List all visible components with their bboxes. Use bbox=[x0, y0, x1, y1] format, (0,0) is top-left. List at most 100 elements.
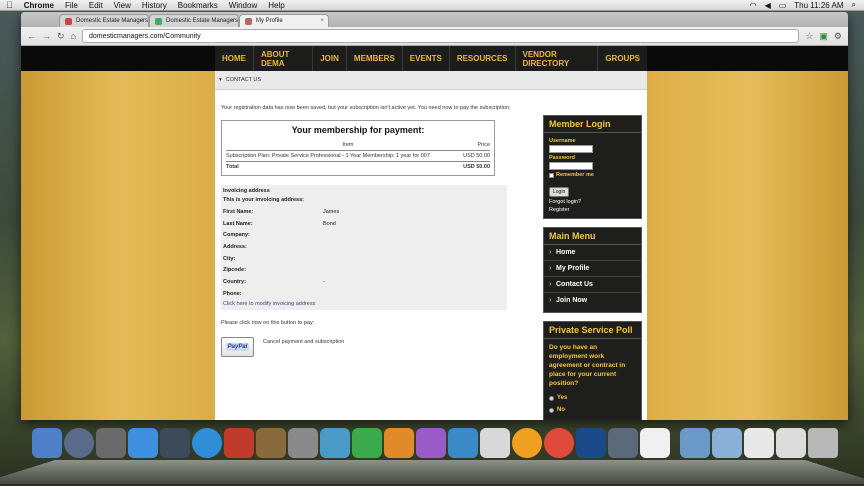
nav-home[interactable]: HOME bbox=[215, 46, 254, 71]
field-label: Phone: bbox=[223, 290, 242, 297]
radio-no[interactable] bbox=[549, 407, 554, 413]
menu-window[interactable]: Window bbox=[229, 1, 257, 10]
launchpad-icon[interactable] bbox=[64, 428, 94, 458]
nav-about-dema[interactable]: ABOUT DEMA bbox=[254, 46, 314, 71]
onenote-icon[interactable] bbox=[416, 428, 446, 458]
reload-icon[interactable]: ↻ bbox=[57, 31, 65, 42]
total-label: Total bbox=[226, 164, 239, 170]
tab-domestic-estate-2[interactable]: Domestic Estate Managers × bbox=[149, 14, 239, 27]
field-zipcode: Zipcode: bbox=[223, 264, 505, 276]
apple-icon[interactable]:  bbox=[6, 0, 13, 10]
forward-icon[interactable]: → bbox=[42, 31, 51, 41]
remember-checkbox[interactable] bbox=[549, 172, 554, 178]
total-price: USD 50.00 bbox=[463, 164, 490, 170]
menu-bookmarks[interactable]: Bookmarks bbox=[178, 1, 218, 10]
nav-members[interactable]: MEMBERS bbox=[347, 46, 403, 71]
close-icon[interactable]: × bbox=[230, 18, 234, 24]
extension-icon[interactable]: ▣ bbox=[819, 31, 828, 42]
nav-groups[interactable]: GROUPS bbox=[598, 46, 647, 71]
close-icon[interactable]: × bbox=[320, 18, 324, 24]
tab-my-profile[interactable]: My Profile × bbox=[239, 14, 329, 27]
finder-icon[interactable] bbox=[32, 428, 62, 458]
wrench-icon[interactable]: ⚙ bbox=[834, 31, 842, 42]
pay-prompt: Please click now on this button to pay: bbox=[221, 319, 315, 326]
cancel-payment-link[interactable]: Cancel payment and subscription bbox=[263, 339, 344, 357]
poll-option-no[interactable]: No bbox=[544, 404, 641, 416]
home-icon[interactable]: ⌂ bbox=[71, 31, 76, 41]
battery-icon[interactable]: ▭ bbox=[779, 1, 787, 10]
word-icon[interactable] bbox=[320, 428, 350, 458]
nav-resources[interactable]: RESOURCES bbox=[450, 46, 516, 71]
powerpoint-icon[interactable] bbox=[384, 428, 414, 458]
field-label: Country: bbox=[223, 278, 246, 285]
chrome-icon[interactable] bbox=[544, 428, 574, 458]
modify-address-link[interactable]: Click here to modify invoicing address bbox=[223, 301, 505, 307]
acrobat-icon[interactable] bbox=[640, 428, 670, 458]
close-icon[interactable]: × bbox=[140, 18, 144, 24]
wifi-icon[interactable]: ◠ bbox=[750, 1, 757, 10]
itunes-icon[interactable] bbox=[192, 428, 222, 458]
password-input[interactable] bbox=[549, 162, 593, 170]
photobooth-icon[interactable] bbox=[224, 428, 254, 458]
login-button[interactable]: Login bbox=[549, 187, 570, 197]
registration-notice: Your registration data has now been save… bbox=[221, 105, 511, 111]
gmail-icon bbox=[65, 18, 72, 25]
contacts-icon[interactable] bbox=[448, 428, 478, 458]
forgot-login-link[interactable]: Forgot login? bbox=[544, 198, 641, 206]
poll-title: Private Service Poll bbox=[544, 322, 641, 339]
radio-yes[interactable] bbox=[549, 395, 554, 401]
photoshop-icon[interactable] bbox=[576, 428, 606, 458]
payment-total-row: Total USD 50.00 bbox=[226, 162, 490, 172]
trash-icon[interactable] bbox=[808, 428, 838, 458]
excel-icon[interactable] bbox=[352, 428, 382, 458]
system-preferences-icon[interactable] bbox=[288, 428, 318, 458]
field-country: Country: - bbox=[223, 276, 505, 288]
screenshot-stack-icon[interactable] bbox=[776, 428, 806, 458]
paypal-logo: PayPal bbox=[225, 342, 250, 351]
folder-icon[interactable] bbox=[712, 428, 742, 458]
menubar-clock[interactable]: Thu 11:26 AM bbox=[794, 1, 843, 10]
address-bar[interactable]: domesticmanagers.com/Community bbox=[81, 29, 800, 43]
menu-item-contact-us[interactable]: Contact Us bbox=[544, 277, 641, 293]
payment-item-row: Subscription Plan: Private Service Profe… bbox=[226, 150, 490, 162]
register-link[interactable]: Register bbox=[544, 206, 641, 214]
nav-events[interactable]: EVENTS bbox=[403, 46, 450, 71]
star-icon[interactable]: ☆ bbox=[805, 31, 813, 42]
poll-question: Do you have an employment work agreement… bbox=[549, 344, 626, 387]
field-label: Zipcode: bbox=[223, 267, 246, 274]
menu-edit[interactable]: Edit bbox=[89, 1, 103, 10]
menu-help[interactable]: Help bbox=[268, 1, 284, 10]
tab-label: Domestic Estate Managers bbox=[166, 18, 239, 24]
volume-icon[interactable]: ◀ bbox=[765, 1, 771, 10]
menu-view[interactable]: View bbox=[114, 1, 131, 10]
menu-item-join-now[interactable]: Join Now bbox=[544, 293, 641, 308]
remember-me[interactable]: Remember me bbox=[544, 170, 641, 180]
app-store-icon[interactable] bbox=[128, 428, 158, 458]
downloads-stack-icon[interactable] bbox=[680, 428, 710, 458]
flower-app-icon[interactable] bbox=[512, 428, 542, 458]
menu-file[interactable]: File bbox=[65, 1, 78, 10]
nav-vendor-directory[interactable]: VENDOR DIRECTORY bbox=[516, 46, 599, 71]
spotlight-icon[interactable]: ⌕ bbox=[852, 0, 856, 10]
main-column: Your registration data has now been save… bbox=[221, 105, 533, 357]
documents-stack-icon[interactable] bbox=[744, 428, 774, 458]
menubar-app-name[interactable]: Chrome bbox=[24, 1, 54, 10]
invoice-title: Invoicing address bbox=[223, 188, 270, 194]
invoicing-address: Invoicing address This is your invoicing… bbox=[221, 185, 507, 310]
payment-table: Your membership for payment: Item Price … bbox=[221, 120, 495, 176]
menu-item-my-profile[interactable]: My Profile bbox=[544, 261, 641, 277]
facetime-icon[interactable] bbox=[160, 428, 190, 458]
monitor-icon[interactable] bbox=[608, 428, 638, 458]
poll-option-yes[interactable]: Yes bbox=[544, 392, 641, 404]
breadcrumb-contact-us[interactable]: CONTACT US bbox=[226, 77, 261, 83]
tab-domestic-estate-1[interactable]: Domestic Estate Managers × bbox=[59, 14, 149, 27]
nav-join[interactable]: JOIN bbox=[313, 46, 347, 71]
iphoto-icon[interactable] bbox=[256, 428, 286, 458]
paypal-button[interactable]: PayPal bbox=[221, 336, 254, 357]
menu-history[interactable]: History bbox=[142, 1, 167, 10]
menu-item-home[interactable]: Home bbox=[544, 245, 641, 261]
document-icon[interactable] bbox=[480, 428, 510, 458]
username-input[interactable] bbox=[549, 145, 593, 153]
back-icon[interactable]: ← bbox=[27, 31, 36, 41]
mission-control-icon[interactable] bbox=[96, 428, 126, 458]
